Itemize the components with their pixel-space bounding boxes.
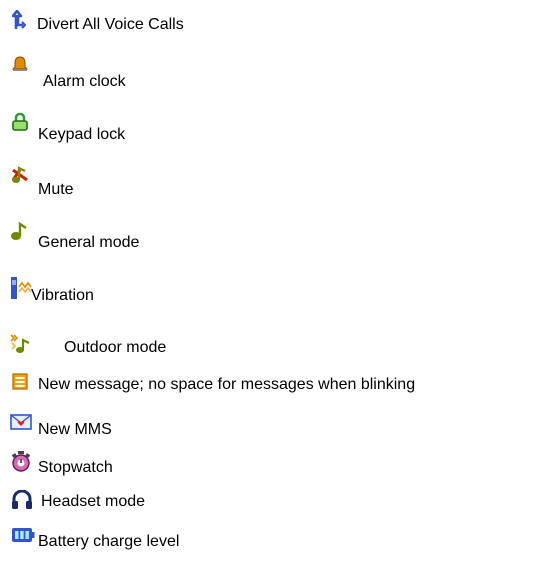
legend-row-battery: Battery charge level bbox=[0, 527, 555, 557]
vibration-icon bbox=[11, 277, 32, 299]
legend-label: Alarm clock bbox=[43, 73, 126, 90]
battery-icon bbox=[12, 528, 35, 542]
legend-label: Outdoor mode bbox=[64, 339, 167, 356]
mute-icon bbox=[11, 166, 28, 183]
divert-calls-icon bbox=[12, 10, 26, 29]
legend-row-mute: Mute bbox=[0, 165, 555, 198]
legend-label: Battery charge level bbox=[38, 533, 180, 550]
legend-row-vibration: Vibration bbox=[0, 277, 555, 307]
legend-label: New message; no space for messages when … bbox=[38, 376, 416, 393]
legend-label: General mode bbox=[38, 234, 140, 251]
alarm-bell-icon bbox=[11, 56, 29, 71]
padlock-icon bbox=[12, 112, 28, 131]
legend-row-divert: Divert All Voice Calls bbox=[0, 10, 555, 40]
legend-row-new-mms: New MMS bbox=[0, 414, 555, 444]
mms-envelope-icon bbox=[10, 414, 32, 430]
legend-row-new-message: New message; no space for messages when … bbox=[0, 373, 555, 403]
legend-row-outdoor-mode: Outdoor mode bbox=[0, 333, 555, 363]
message-icon bbox=[12, 373, 28, 390]
legend-row-headset-mode: Headset mode bbox=[0, 490, 555, 520]
headset-icon bbox=[12, 490, 32, 509]
legend-row-alarm: Alarm clock bbox=[0, 55, 555, 90]
legend-row-keypad-lock: Keypad lock bbox=[0, 112, 555, 143]
legend-row-stopwatch: Stopwatch bbox=[0, 451, 555, 481]
legend-label: Vibration bbox=[31, 287, 94, 304]
legend-row-general-mode: General mode bbox=[0, 222, 555, 252]
legend-label: New MMS bbox=[38, 421, 112, 438]
legend-label: Divert All Voice Calls bbox=[37, 16, 184, 33]
stopwatch-icon bbox=[11, 451, 31, 472]
music-note-icon bbox=[11, 222, 27, 240]
outdoor-mode-icon bbox=[10, 334, 30, 353]
legend-label: Headset mode bbox=[41, 493, 146, 510]
legend-label: Mute bbox=[38, 181, 74, 198]
legend-label: Stopwatch bbox=[38, 459, 113, 476]
legend-label: Keypad lock bbox=[38, 126, 126, 143]
